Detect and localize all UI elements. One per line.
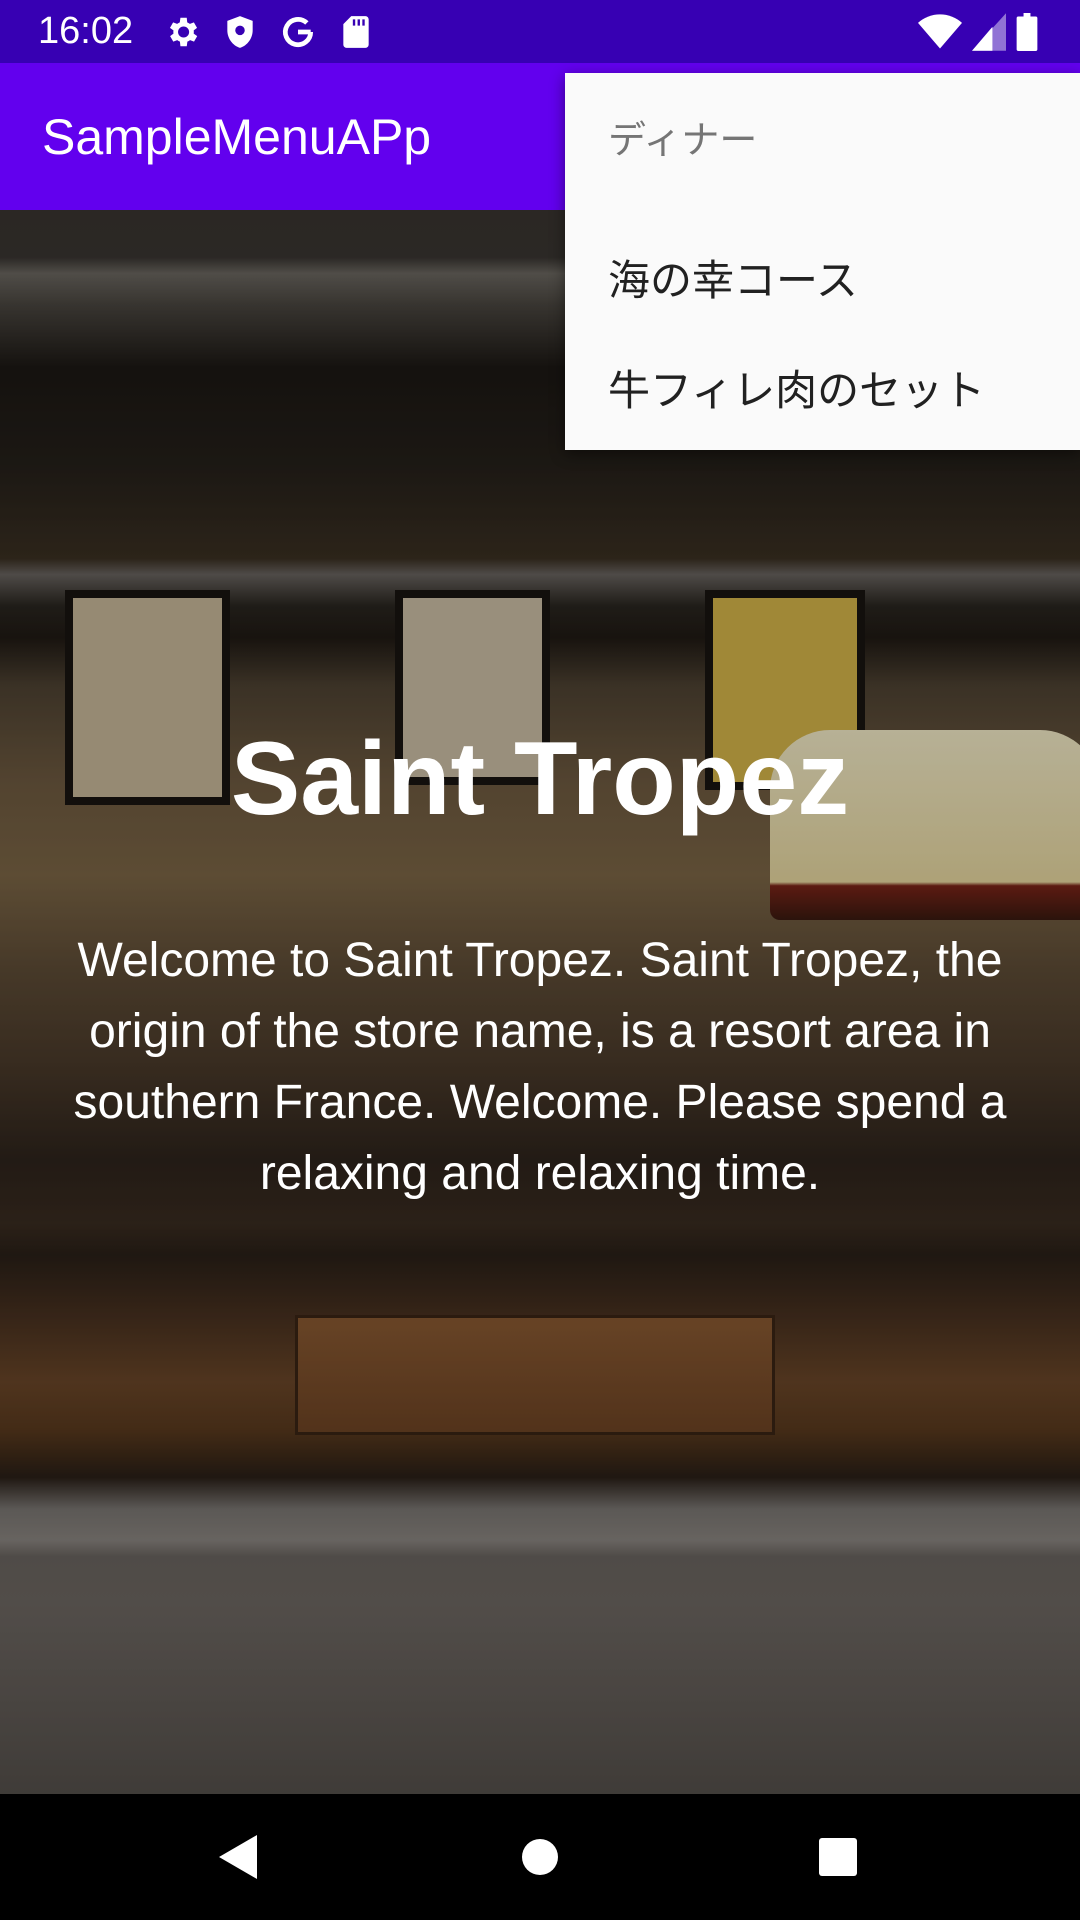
sd-card-icon bbox=[337, 13, 375, 51]
navigation-bar bbox=[0, 1794, 1080, 1920]
home-button[interactable] bbox=[510, 1827, 570, 1887]
hero-description: Welcome to Saint Tropez. Saint Tropez, t… bbox=[73, 934, 1007, 1200]
status-bar: 16:02 bbox=[0, 0, 1080, 63]
cell-signal-icon bbox=[972, 12, 1006, 51]
back-button[interactable] bbox=[209, 1827, 269, 1887]
popup-menu: ディナー 海の幸コース 牛フィレ肉のセット bbox=[565, 73, 1080, 450]
shield-icon bbox=[221, 13, 259, 51]
settings-icon bbox=[163, 13, 201, 51]
google-icon bbox=[279, 13, 317, 51]
menu-item-seafood-course[interactable]: 海の幸コース bbox=[565, 226, 1080, 336]
recents-button[interactable] bbox=[808, 1827, 868, 1887]
menu-item-beef-fillet-set[interactable]: 牛フィレ肉のセット bbox=[565, 336, 1080, 446]
status-icons-left bbox=[163, 13, 375, 51]
screen: 16:02 SampleMenuAPp Saint Tropez Welcome… bbox=[0, 0, 1080, 1920]
hero-title: Saint Tropez bbox=[230, 721, 850, 837]
wifi-icon bbox=[918, 13, 962, 51]
battery-icon bbox=[1016, 12, 1042, 51]
home-icon bbox=[522, 1839, 558, 1875]
status-icons-right bbox=[918, 12, 1042, 51]
app-title: SampleMenuAPp bbox=[42, 108, 432, 165]
status-time: 16:02 bbox=[38, 10, 134, 52]
menu-header: ディナー bbox=[608, 118, 758, 162]
back-icon bbox=[219, 1835, 257, 1879]
recents-icon bbox=[819, 1838, 857, 1876]
